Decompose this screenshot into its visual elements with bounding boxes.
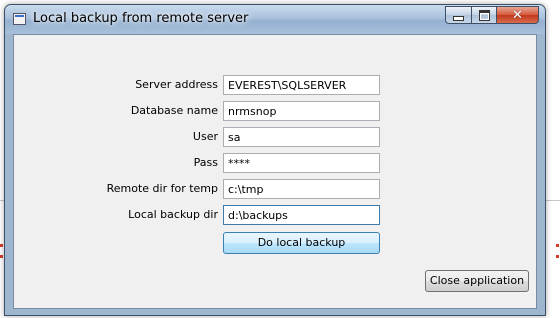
form-row-remote-dir: Remote dir for temp <box>14 179 218 199</box>
minimize-button[interactable] <box>445 6 471 24</box>
server-address-label: Server address <box>135 78 218 91</box>
minimize-icon <box>453 16 464 21</box>
window-title: Local backup from remote server <box>33 11 249 26</box>
pass-label: Pass <box>193 156 218 169</box>
local-backup-dir-label: Local backup dir <box>128 208 218 221</box>
background-error-marks-right <box>556 244 560 274</box>
user-input[interactable] <box>223 127 380 147</box>
close-icon: ✕ <box>512 7 523 23</box>
maximize-button[interactable] <box>471 6 496 24</box>
do-local-backup-button[interactable]: Do local backup <box>223 232 380 254</box>
server-address-input[interactable] <box>223 75 380 95</box>
local-backup-dir-input[interactable] <box>223 205 380 225</box>
remote-dir-input[interactable] <box>223 179 380 199</box>
dialog-window: Local backup from remote server ✕ Server… <box>4 4 546 316</box>
form-client-area: Server address Database name User Pass R… <box>13 34 537 309</box>
form-row-local-dir: Local backup dir <box>14 205 218 225</box>
form-row-pass: Pass <box>14 153 218 173</box>
close-window-button[interactable]: ✕ <box>496 6 539 24</box>
close-application-button[interactable]: Close application <box>425 270 529 292</box>
form-row-user: User <box>14 127 218 147</box>
database-name-input[interactable] <box>223 101 380 121</box>
remote-dir-label: Remote dir for temp <box>106 182 218 195</box>
title-bar[interactable]: Local backup from remote server ✕ <box>5 5 545 34</box>
database-name-label: Database name <box>130 104 218 117</box>
form-row-server: Server address <box>14 75 218 95</box>
user-label: User <box>192 130 218 143</box>
app-icon[interactable] <box>13 13 26 25</box>
maximize-icon <box>478 9 490 21</box>
form-row-database: Database name <box>14 101 218 121</box>
caption-buttons: ✕ <box>445 6 539 24</box>
pass-input[interactable] <box>223 153 380 173</box>
